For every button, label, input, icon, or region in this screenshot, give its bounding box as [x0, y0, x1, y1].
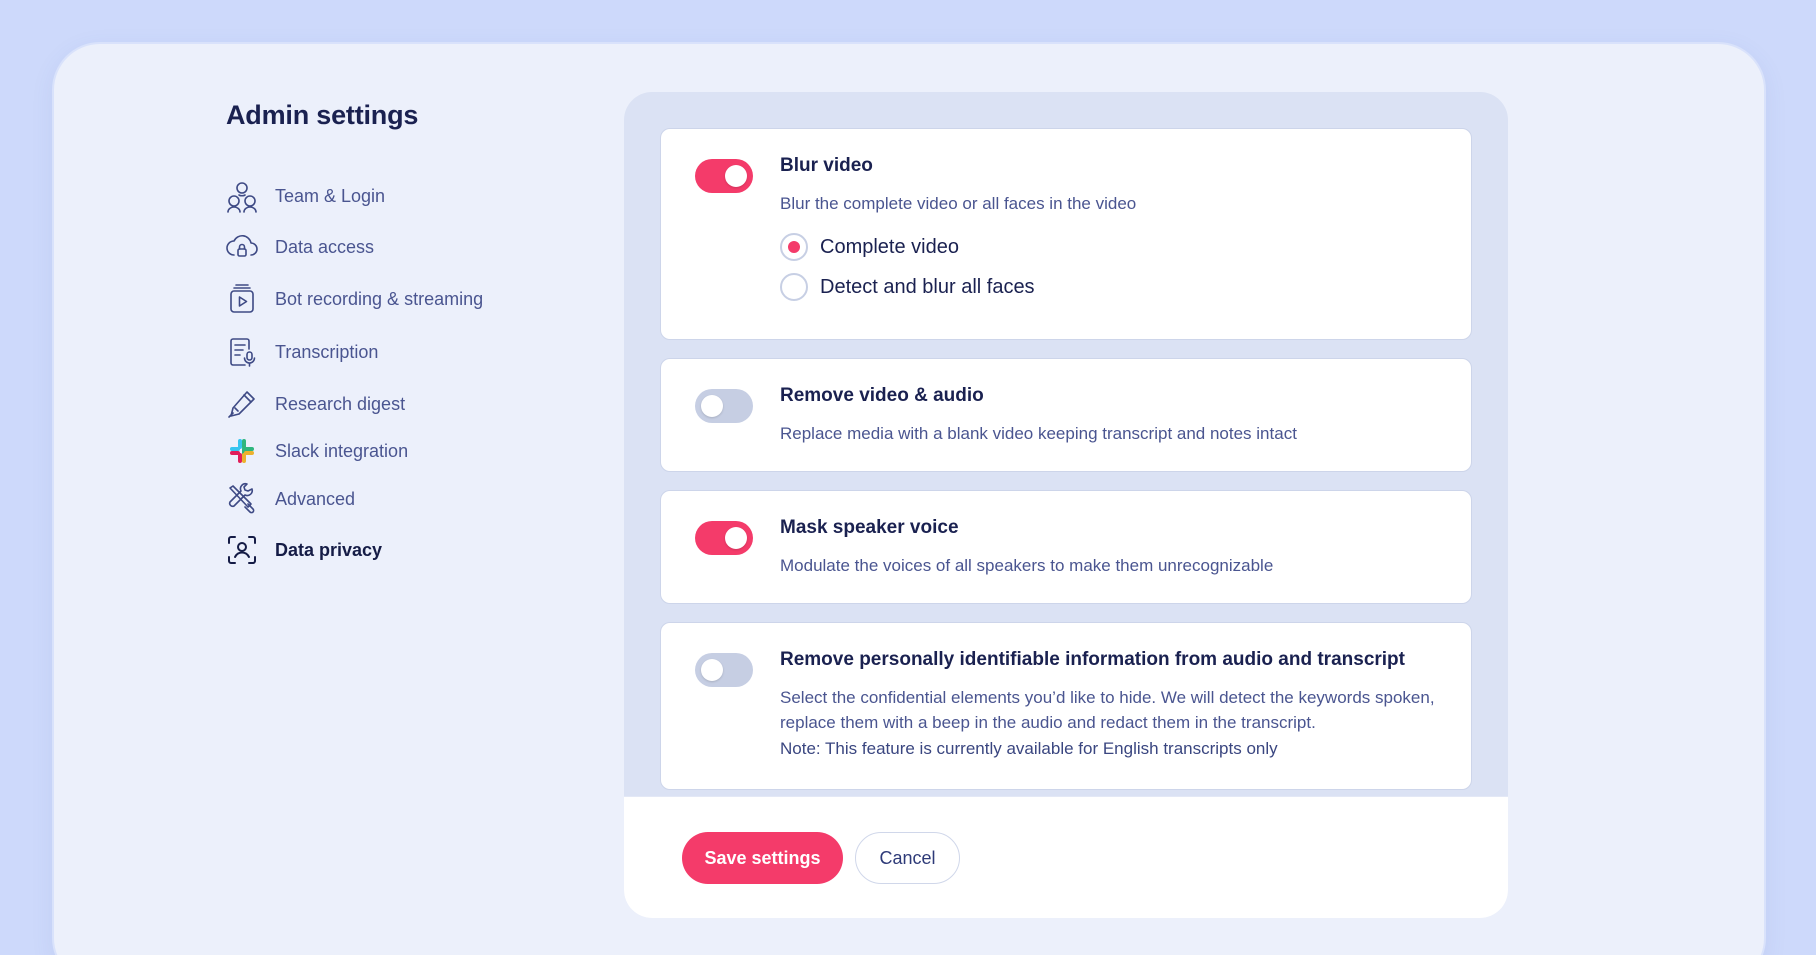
radio-label: Complete video	[820, 235, 959, 258]
radio-detect-faces[interactable]: Detect and blur all faces	[780, 273, 1035, 301]
recording-icon	[224, 281, 260, 317]
sidebar-item-label: Transcription	[275, 341, 379, 362]
blur-video-card: Blur video Blur the complete video or al…	[660, 128, 1472, 340]
sidebar-item-label: Team & Login	[275, 185, 386, 206]
page-title: Admin settings	[226, 100, 419, 130]
settings-panel: Blur video Blur the complete video or al…	[624, 92, 1508, 918]
remove-media-description: Replace media with a blank video keeping…	[780, 424, 1297, 443]
save-button[interactable]: Save settings	[682, 832, 843, 884]
remove-pii-toggle[interactable]	[695, 653, 753, 687]
remove-pii-description: Select the confidential elements you’d l…	[780, 688, 1435, 732]
sidebar-item-label: Data access	[275, 236, 375, 257]
cloud-lock-icon	[224, 229, 260, 265]
blur-video-toggle[interactable]	[695, 159, 753, 193]
mask-voice-title: Mask speaker voice	[780, 517, 959, 538]
mask-voice-card: Mask speaker voice Modulate the voices o…	[660, 490, 1472, 604]
sidebar-item-label: Research digest	[275, 393, 406, 414]
team-icon	[224, 178, 260, 214]
sidebar-item-bot-recording[interactable]: Bot recording & streaming	[224, 279, 564, 319]
radio-button[interactable]	[780, 233, 808, 261]
remove-media-title: Remove video & audio	[780, 385, 984, 406]
remove-pii-note: Note: This feature is currently availabl…	[780, 739, 1278, 758]
sidebar-item-label: Advanced	[275, 488, 356, 509]
sidebar-item-data-privacy[interactable]: Data privacy	[224, 530, 564, 570]
slack-icon	[224, 433, 260, 469]
cancel-button[interactable]: Cancel	[855, 832, 960, 884]
sidebar-item-label: Bot recording & streaming	[275, 288, 484, 309]
tools-icon	[224, 481, 260, 517]
radio-button[interactable]	[780, 273, 808, 301]
blur-video-description: Blur the complete video or all faces in …	[780, 194, 1137, 213]
remove-pii-title: Remove personally identifiable informati…	[780, 649, 1405, 670]
remove-media-card: Remove video & audio Replace media with …	[660, 358, 1472, 472]
sidebar-item-label: Data privacy	[275, 539, 383, 560]
mask-voice-toggle[interactable]	[695, 521, 753, 555]
remove-pii-card: Remove personally identifiable informati…	[660, 622, 1472, 790]
radio-label: Detect and blur all faces	[820, 275, 1035, 298]
pen-icon	[224, 386, 260, 422]
sidebar-item-data-access[interactable]: Data access	[224, 227, 564, 267]
remove-media-toggle[interactable]	[695, 389, 753, 423]
blur-video-title: Blur video	[780, 155, 873, 176]
transcription-icon	[224, 334, 260, 370]
toggle-knob	[725, 165, 747, 187]
sidebar-item-advanced[interactable]: Advanced	[224, 479, 564, 519]
toggle-knob	[701, 395, 723, 417]
face-scan-icon	[224, 532, 260, 568]
sidebar-item-slack-integration[interactable]: Slack integration	[224, 431, 564, 471]
toggle-knob	[701, 659, 723, 681]
radio-complete-video[interactable]: Complete video	[780, 233, 959, 261]
sidebar-item-transcription[interactable]: Transcription	[224, 332, 564, 372]
sidebar-item-label: Slack integration	[275, 440, 409, 461]
sidebar-item-research-digest[interactable]: Research digest	[224, 384, 564, 424]
toggle-knob	[725, 527, 747, 549]
sidebar-item-team-login[interactable]: Team & Login	[224, 176, 564, 216]
mask-voice-description: Modulate the voices of all speakers to m…	[780, 556, 1274, 575]
